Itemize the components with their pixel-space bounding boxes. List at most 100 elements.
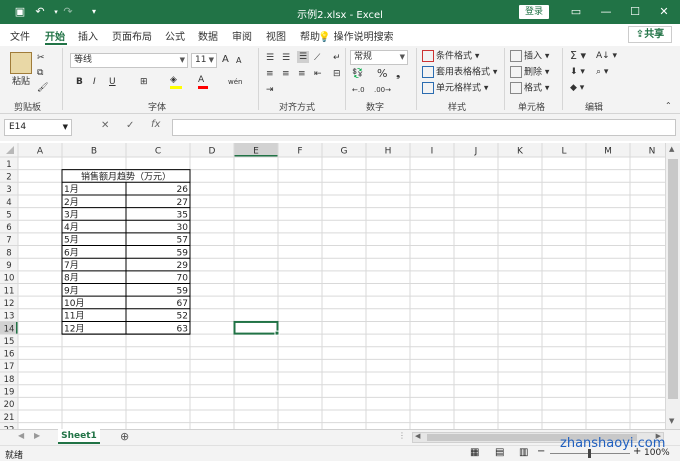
value-cell[interactable]: 63 <box>177 324 188 334</box>
delete-cells-button[interactable]: 删除 ▾ <box>510 66 549 79</box>
column-header-n[interactable]: N <box>649 147 656 157</box>
name-box[interactable]: E14 ▼ <box>4 119 72 136</box>
row-header-19[interactable]: 19 <box>4 388 15 398</box>
decrease-decimal-icon[interactable]: .00→ <box>374 84 391 96</box>
cell-styles-button[interactable]: 单元格样式 ▾ <box>422 82 488 95</box>
row-header-17[interactable]: 17 <box>4 362 15 372</box>
formula-input[interactable] <box>172 119 676 136</box>
month-cell[interactable]: 4月 <box>64 222 79 233</box>
indent-icon[interactable]: ⇤ <box>314 68 322 80</box>
number-format-combo[interactable]: 常规 ▼ <box>350 50 408 65</box>
value-cell[interactable]: 27 <box>177 198 188 208</box>
column-header-l[interactable]: L <box>561 147 566 157</box>
maximize-button[interactable]: ☐ <box>620 0 650 24</box>
row-header-5[interactable]: 5 <box>6 210 11 220</box>
value-cell[interactable]: 52 <box>177 312 188 322</box>
fill-icon[interactable]: ⬇ ▾ <box>570 66 585 78</box>
normal-view-icon[interactable]: ▦ <box>470 447 479 458</box>
column-header-d[interactable]: D <box>209 147 216 157</box>
enter-icon[interactable]: ✓ <box>126 120 134 131</box>
value-cell[interactable]: 29 <box>177 261 189 271</box>
column-header-a[interactable]: A <box>37 147 44 157</box>
month-cell[interactable]: 6月 <box>64 247 79 258</box>
paste-button[interactable]: 粘贴 <box>12 76 30 88</box>
month-cell[interactable]: 2月 <box>64 197 79 208</box>
align-bottom-icon[interactable]: ☰ <box>297 51 310 63</box>
font-name-combo[interactable]: 等线 ▼ <box>70 53 188 68</box>
value-cell[interactable]: 70 <box>177 274 189 284</box>
row-header-12[interactable]: 12 <box>4 299 15 309</box>
column-header-e[interactable]: E <box>253 147 259 157</box>
row-header-21[interactable]: 21 <box>4 413 15 423</box>
scroll-left-icon[interactable]: ◀ <box>415 432 420 440</box>
row-header-20[interactable]: 20 <box>4 400 15 410</box>
minimize-button[interactable]: — <box>591 0 621 24</box>
month-cell[interactable]: 10月 <box>64 298 84 309</box>
scroll-up-icon[interactable]: ▲ <box>669 145 674 153</box>
month-cell[interactable]: 5月 <box>64 235 79 246</box>
fill-handle[interactable] <box>274 330 280 336</box>
percent-style-icon[interactable]: % <box>377 68 387 80</box>
copy-icon[interactable]: ⧉ <box>37 67 43 79</box>
column-header-j[interactable]: J <box>474 147 478 157</box>
login-button[interactable]: 登录 <box>519 5 549 19</box>
wrap-text-icon[interactable]: ↵ <box>333 52 341 64</box>
row-header-1[interactable]: 1 <box>6 160 11 170</box>
collapse-ribbon-icon[interactable]: ⌃ <box>665 100 672 112</box>
month-cell[interactable]: 7月 <box>64 260 79 271</box>
table-header[interactable]: 销售额月趋势（万元） <box>81 170 171 182</box>
month-cell[interactable]: 1月 <box>64 184 79 195</box>
tab-help[interactable]: 帮助 <box>300 28 320 43</box>
worksheet-grid[interactable]: A B C D E F G H I J K L M N 1 2 3 4 5 6 7 8 9 10 11 12 13 14 15 16 17 1… <box>0 143 665 429</box>
align-left-icon[interactable]: ≡ <box>266 68 274 80</box>
value-cell[interactable]: 67 <box>177 299 188 309</box>
format-painter-icon[interactable]: 🖌 <box>37 82 48 94</box>
column-header-f[interactable]: F <box>297 147 302 157</box>
insert-cells-button[interactable]: 插入 ▾ <box>510 50 549 63</box>
vertical-scrollbar[interactable]: ▲ ▼ <box>665 143 680 429</box>
align-right-icon[interactable]: ≡ <box>298 68 306 80</box>
tab-insert[interactable]: 插入 <box>78 28 98 43</box>
shrink-font-button[interactable]: A <box>236 55 241 67</box>
scroll-sheets-right-icon[interactable]: ▶ <box>34 431 40 440</box>
month-cell[interactable]: 3月 <box>64 209 79 220</box>
align-top-icon[interactable]: ☰ <box>266 52 274 64</box>
scroll-sheets-left-icon[interactable]: ◀ <box>18 431 24 440</box>
active-cell[interactable] <box>233 320 279 335</box>
sort-filter-icon[interactable]: A↓ ▾ <box>596 50 617 62</box>
row-header-8[interactable]: 8 <box>6 248 11 258</box>
scroll-down-icon[interactable]: ▼ <box>669 417 674 425</box>
italic-button[interactable]: I <box>93 76 96 88</box>
cancel-icon[interactable]: ✕ <box>101 120 109 131</box>
add-sheet-icon[interactable]: ⊕ <box>120 430 129 443</box>
row-header-18[interactable]: 18 <box>4 375 15 385</box>
tab-data[interactable]: 数据 <box>198 28 218 43</box>
value-cell[interactable]: 26 <box>177 185 189 195</box>
month-cell[interactable]: 8月 <box>64 273 79 284</box>
conditional-format-button[interactable]: 条件格式 ▾ <box>422 50 479 63</box>
font-size-combo[interactable]: 11 ▼ <box>191 53 217 68</box>
column-header-i[interactable]: I <box>431 147 434 157</box>
tell-me-search[interactable]: 💡 操作说明搜索 <box>318 28 394 43</box>
row-header-7[interactable]: 7 <box>6 236 11 246</box>
format-as-table-button[interactable]: 套用表格格式 ▾ <box>422 66 497 79</box>
format-cells-button[interactable]: 格式 ▾ <box>510 82 549 95</box>
tab-review[interactable]: 审阅 <box>232 28 252 43</box>
find-select-icon[interactable]: ⌕ ▾ <box>596 66 608 78</box>
fill-color-icon[interactable]: ◈ <box>170 74 182 89</box>
font-color-icon[interactable]: A <box>198 74 208 89</box>
zoom-out-icon[interactable]: − <box>537 446 545 457</box>
column-header-c[interactable]: C <box>155 147 161 157</box>
row-header-11[interactable]: 11 <box>4 286 15 296</box>
accounting-format-icon[interactable]: 💱 <box>352 68 363 80</box>
split-handle-icon[interactable]: ⋮ <box>398 431 406 440</box>
decrease-indent-icon[interactable]: ⇥ <box>266 84 274 96</box>
value-cell[interactable]: 59 <box>177 286 189 296</box>
tab-file[interactable]: 文件 <box>10 28 30 43</box>
column-header-m[interactable]: M <box>604 147 612 157</box>
ribbon-display-icon[interactable]: ▭ <box>561 0 591 24</box>
tab-home[interactable]: 开始 <box>45 28 65 43</box>
value-cell[interactable]: 59 <box>177 248 189 258</box>
merge-center-icon[interactable]: ⊟ <box>333 68 341 80</box>
value-cell[interactable]: 57 <box>177 236 188 246</box>
